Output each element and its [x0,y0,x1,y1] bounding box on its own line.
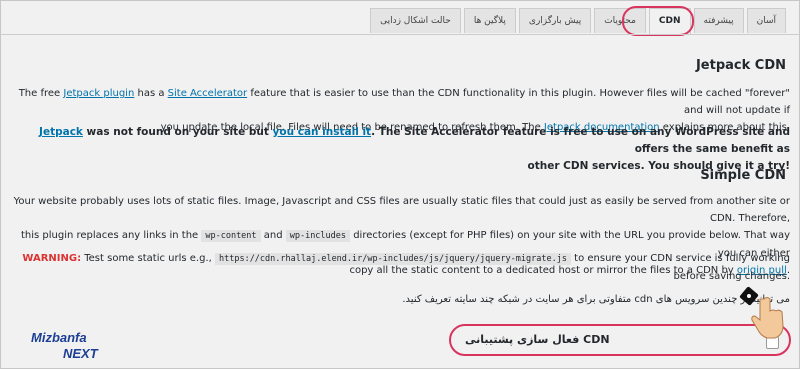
hand-cursor-icon [739,286,784,339]
tab-divider [0,34,800,35]
warning-label: WARNING: [22,253,82,264]
text: The free [18,88,64,99]
tab-plugins[interactable]: پلاگین ها [463,8,516,33]
settings-frame [0,0,800,369]
jetpack-plugin-link[interactable]: Jetpack plugin [63,88,134,99]
warning-notice: WARNING: Test some static urls e.g., htt… [6,250,790,285]
wp-content-code: wp-content [201,230,261,242]
text: this plugin replaces any links in the [20,230,202,241]
mizbanfa-next-logo: Mizbanfa NEXT [31,330,99,361]
tab-advanced[interactable]: پیشرفته [693,8,744,33]
text: before saving changes. [673,271,790,282]
text: and [260,230,286,241]
logo-text-top: Mizbanfa [31,330,87,345]
tab-bar: آسان پیشرفته CDN محتویات پیش بارگزاری پل… [370,8,786,34]
tab-debug[interactable]: حالت اشکال زدایی [370,8,461,33]
simple-cdn-heading: Simple CDN [700,168,786,183]
text: to ensure your CDN service is fully work… [570,253,790,264]
tab-preload[interactable]: پیش بارگزاری [518,8,592,33]
tab-cdn[interactable]: CDN [648,8,691,34]
text: feature that is easier to use than the C… [247,88,790,116]
text: has a [134,88,168,99]
tab-easy[interactable]: آسان [746,8,786,33]
jetpack-link[interactable]: Jetpack [39,126,83,138]
text: was not found on your site but [82,126,273,138]
wp-includes-code: wp-includes [285,230,351,242]
enable-cdn-label: فعال سازی پشتیبانی CDN [465,333,610,346]
text: Your website probably uses lots of stati… [13,196,790,224]
test-url-code: https://cdn.rhallaj.elend.ir/wp-includes… [214,253,571,265]
text: Test some static urls e.g., [81,253,215,264]
tab-contents[interactable]: محتویات [594,8,646,33]
multisite-note: می توانید از چندین سرویس های cdn متفاوتی… [402,294,790,305]
jetpack-cdn-heading: Jetpack CDN [695,58,786,73]
text: . The Site Accelerator feature is free t… [371,126,790,155]
jetpack-install-notice: Jetpack was not found on your site but y… [6,124,790,175]
logo-text-bottom: NEXT [63,346,99,361]
site-accelerator-link[interactable]: Site Accelerator [168,88,248,99]
install-jetpack-link[interactable]: you can install it [273,126,372,138]
